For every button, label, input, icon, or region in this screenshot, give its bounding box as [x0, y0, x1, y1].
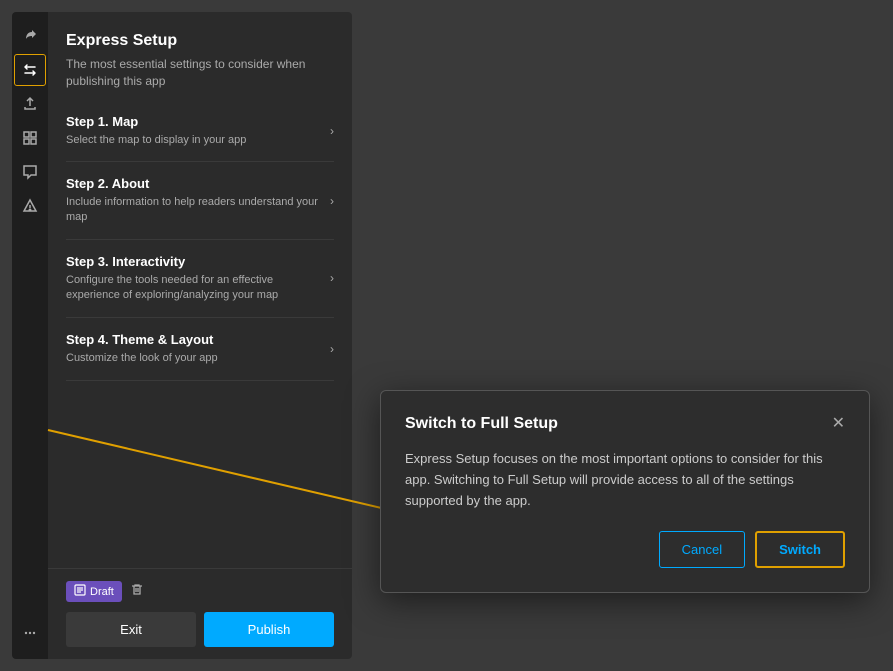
switch-icon-item[interactable] [14, 54, 46, 86]
publish-button[interactable]: Publish [204, 612, 334, 647]
draft-label: Draft [90, 586, 114, 598]
modal-close-button[interactable]: ✕ [832, 416, 845, 432]
step-title-4: Step 4. Theme & Layout [66, 332, 322, 347]
panel-header: Express Setup The most essential setting… [48, 12, 352, 100]
switch-button[interactable]: Switch [755, 531, 845, 568]
modal-title: Switch to Full Setup [405, 415, 558, 433]
switch-to-full-setup-modal: Switch to Full Setup ✕ Express Setup foc… [380, 390, 870, 593]
step-text-2: Step 2. About Include information to hel… [66, 176, 322, 225]
comment-icon-item[interactable] [14, 156, 46, 188]
step-title-1: Step 1. Map [66, 114, 322, 129]
step-item-2[interactable]: Step 2. About Include information to hel… [66, 162, 334, 240]
step-desc-3: Configure the tools needed for an effect… [66, 273, 322, 303]
icon-bar [12, 12, 48, 659]
step-title-2: Step 2. About [66, 176, 322, 191]
step-text-1: Step 1. Map Select the map to display in… [66, 114, 322, 148]
draft-icon [74, 584, 86, 599]
step-item-3[interactable]: Step 3. Interactivity Configure the tool… [66, 240, 334, 318]
trash-button[interactable] [130, 583, 144, 600]
panel-subtitle: The most essential settings to consider … [66, 56, 334, 90]
step-chevron-2: › [330, 194, 334, 208]
steps-list: Step 1. Map Select the map to display in… [48, 100, 352, 568]
more-icon-item[interactable] [14, 617, 46, 649]
modal-body: Express Setup focuses on the most import… [405, 449, 845, 511]
exit-button[interactable]: Exit [66, 612, 196, 647]
step-desc-1: Select the map to display in your app [66, 133, 322, 148]
draft-badge: Draft [66, 581, 122, 602]
step-title-3: Step 3. Interactivity [66, 254, 322, 269]
step-chevron-1: › [330, 124, 334, 138]
step-desc-2: Include information to help readers unde… [66, 195, 322, 225]
export-icon-item[interactable] [14, 88, 46, 120]
modal-footer: Cancel Switch [405, 531, 845, 568]
footer-top: Draft [66, 581, 334, 602]
step-chevron-3: › [330, 271, 334, 285]
step-chevron-4: › [330, 342, 334, 356]
step-item-4[interactable]: Step 4. Theme & Layout Customize the loo… [66, 318, 334, 381]
express-setup-panel: Express Setup The most essential setting… [48, 12, 352, 659]
step-text-3: Step 3. Interactivity Configure the tool… [66, 254, 322, 303]
panel-title: Express Setup [66, 32, 334, 50]
step-desc-4: Customize the look of your app [66, 351, 322, 366]
alert-icon-item[interactable] [14, 190, 46, 222]
modal-header: Switch to Full Setup ✕ [405, 415, 845, 433]
step-item-1[interactable]: Step 1. Map Select the map to display in… [66, 100, 334, 163]
panel-footer: Draft Exit Publish [48, 568, 352, 659]
footer-buttons: Exit Publish [66, 612, 334, 647]
cancel-button[interactable]: Cancel [659, 531, 745, 568]
widget-icon-item[interactable] [14, 122, 46, 154]
share-icon-item[interactable] [14, 20, 46, 52]
step-text-4: Step 4. Theme & Layout Customize the loo… [66, 332, 322, 366]
